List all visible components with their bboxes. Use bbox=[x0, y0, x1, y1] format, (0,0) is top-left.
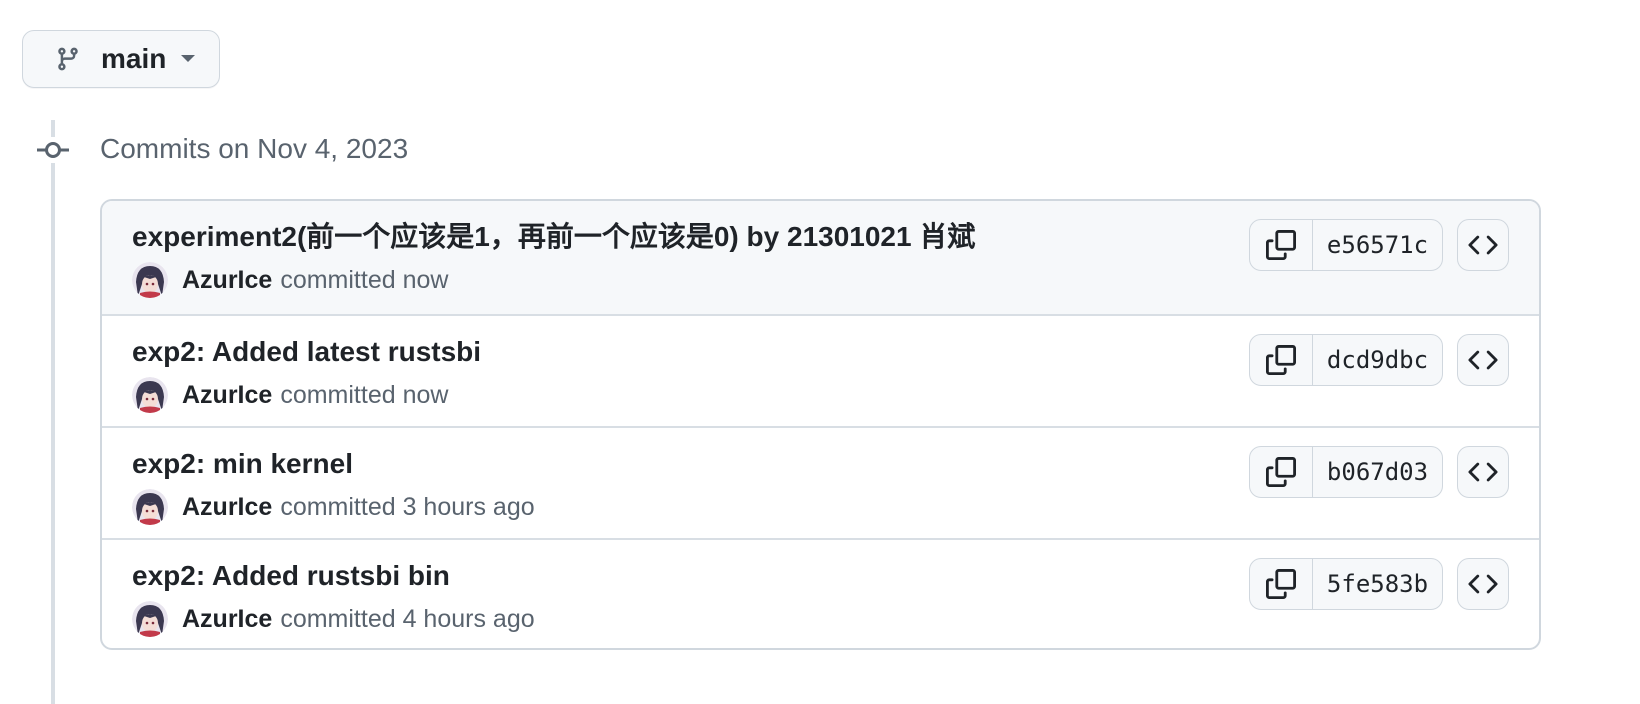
commit-sha-link[interactable]: e56571c bbox=[1313, 220, 1442, 270]
browse-repository-button[interactable] bbox=[1457, 558, 1509, 610]
sha-button-group: 5fe583b bbox=[1249, 558, 1443, 610]
commit-time: now bbox=[402, 265, 449, 294]
commit-time: 4 hours ago bbox=[402, 604, 535, 633]
commit-row: exp2: min kernel AzurIce committed 3 hou… bbox=[102, 426, 1539, 538]
commit-time: now bbox=[402, 380, 449, 409]
code-icon bbox=[1468, 350, 1498, 370]
commit-sha-link[interactable]: b067d03 bbox=[1313, 447, 1442, 497]
git-commit-icon bbox=[36, 137, 70, 163]
commit-meta: AzurIce committed 4 hours ago bbox=[132, 600, 535, 638]
copy-icon bbox=[1266, 345, 1296, 375]
commit-action: committed bbox=[280, 380, 396, 409]
commit-actions: 5fe583b bbox=[1249, 558, 1509, 610]
commit-time: 3 hours ago bbox=[402, 492, 535, 521]
sha-button-group: dcd9dbc bbox=[1249, 334, 1443, 386]
commit-author[interactable]: AzurIce bbox=[182, 605, 272, 634]
commit-action: committed bbox=[280, 604, 396, 633]
copy-icon bbox=[1266, 457, 1296, 487]
triangle-down-icon bbox=[180, 54, 196, 64]
commit-meta: AzurIce committed now bbox=[132, 376, 448, 414]
avatar[interactable] bbox=[132, 601, 168, 637]
commit-row: exp2: Added rustsbi bin AzurIce committe… bbox=[102, 538, 1539, 648]
copy-icon bbox=[1266, 569, 1296, 599]
browse-repository-button[interactable] bbox=[1457, 334, 1509, 386]
commit-list: experiment2(前一个应该是1，再前一个应该是0) by 2130102… bbox=[100, 199, 1541, 650]
copy-sha-button[interactable] bbox=[1250, 335, 1313, 385]
commit-title-link[interactable]: exp2: min kernel bbox=[132, 446, 353, 482]
commit-title-link[interactable]: exp2: Added rustsbi bin bbox=[132, 558, 450, 594]
commit-title-link[interactable]: experiment2(前一个应该是1，再前一个应该是0) by 2130102… bbox=[132, 219, 975, 255]
avatar[interactable] bbox=[132, 489, 168, 525]
commit-sha-link[interactable]: 5fe583b bbox=[1313, 559, 1442, 609]
commit-action: committed bbox=[280, 265, 396, 294]
git-branch-icon bbox=[55, 44, 85, 74]
copy-sha-button[interactable] bbox=[1250, 559, 1313, 609]
commit-author[interactable]: AzurIce bbox=[182, 381, 272, 410]
commit-title-link[interactable]: exp2: Added latest rustsbi bbox=[132, 334, 481, 370]
commit-author[interactable]: AzurIce bbox=[182, 266, 272, 295]
code-icon bbox=[1468, 235, 1498, 255]
timeline-line bbox=[51, 120, 55, 704]
branch-name: main bbox=[101, 43, 167, 74]
code-icon bbox=[1468, 462, 1498, 482]
commit-actions: e56571c bbox=[1249, 219, 1509, 271]
avatar[interactable] bbox=[132, 262, 168, 298]
commit-sha-link[interactable]: dcd9dbc bbox=[1313, 335, 1442, 385]
commit-meta: AzurIce committed 3 hours ago bbox=[132, 488, 535, 526]
commit-actions: dcd9dbc bbox=[1249, 334, 1509, 386]
commit-group-heading: Commits on Nov 4, 2023 bbox=[100, 133, 409, 164]
avatar[interactable] bbox=[132, 377, 168, 413]
copy-sha-button[interactable] bbox=[1250, 220, 1313, 270]
commit-action: committed bbox=[280, 492, 396, 521]
sha-button-group: e56571c bbox=[1249, 219, 1443, 271]
branch-selector-button[interactable]: main bbox=[22, 30, 220, 88]
sha-button-group: b067d03 bbox=[1249, 446, 1443, 498]
browse-repository-button[interactable] bbox=[1457, 219, 1509, 271]
browse-repository-button[interactable] bbox=[1457, 446, 1509, 498]
commit-row: experiment2(前一个应该是1，再前一个应该是0) by 2130102… bbox=[102, 201, 1539, 314]
commit-author[interactable]: AzurIce bbox=[182, 493, 272, 522]
copy-sha-button[interactable] bbox=[1250, 447, 1313, 497]
code-icon bbox=[1468, 574, 1498, 594]
copy-icon bbox=[1266, 230, 1296, 260]
commit-row: exp2: Added latest rustsbi AzurIce commi… bbox=[102, 314, 1539, 426]
commit-actions: b067d03 bbox=[1249, 446, 1509, 498]
commit-meta: AzurIce committed now bbox=[132, 261, 448, 299]
